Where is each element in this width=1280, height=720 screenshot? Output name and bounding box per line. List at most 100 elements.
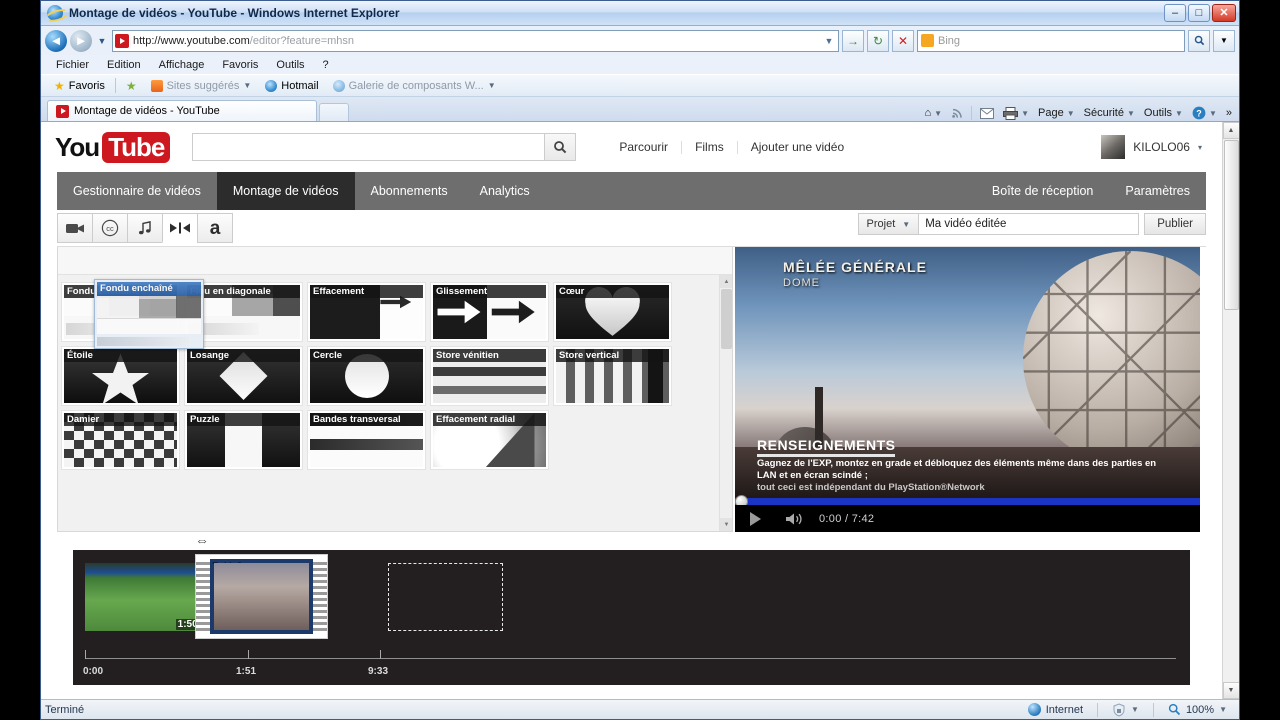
transitions-scrollbar[interactable]: ▲ ▼ xyxy=(719,275,732,531)
stop-button[interactable]: ✕ xyxy=(892,29,914,52)
scrollbar-thumb[interactable] xyxy=(1224,140,1239,310)
subnav-gestionnaire-de-videos[interactable]: Gestionnaire de vidéos xyxy=(57,172,217,210)
transition-card[interactable]: Losange xyxy=(185,347,302,405)
preview-progress-bar[interactable] xyxy=(735,498,1200,505)
subnav-analytics[interactable]: Analytics xyxy=(464,172,546,210)
refresh-button[interactable]: ↻ xyxy=(867,29,889,52)
timeline-clip-1[interactable]: 1:50.5 xyxy=(85,563,210,631)
favbar-item-web-slice-gallery[interactable]: Galerie de composants W... ▼ xyxy=(326,79,503,92)
security-zone[interactable]: Internet xyxy=(1020,703,1091,716)
back-button[interactable]: ◄ xyxy=(45,29,67,52)
menu-affichage[interactable]: Affichage xyxy=(150,58,214,72)
menu-edition[interactable]: Edition xyxy=(98,58,150,72)
scrollbar-thumb[interactable] xyxy=(721,289,732,349)
transition-card[interactable]: Étoile xyxy=(62,347,179,405)
menu-help[interactable]: ? xyxy=(314,58,338,72)
scroll-down-button[interactable]: ▼ xyxy=(1222,682,1239,699)
tool-audio[interactable] xyxy=(127,213,163,243)
subnav-boite-de-reception[interactable]: Boîte de réception xyxy=(976,172,1109,210)
new-tab-button[interactable] xyxy=(319,103,349,121)
nav-ajouter-une-video[interactable]: Ajouter une vidéo xyxy=(738,140,857,154)
scroll-up-button[interactable]: ▲ xyxy=(720,275,732,288)
chevron-down-icon: ▼ xyxy=(487,81,496,90)
transition-card[interactable]: Store vénitien xyxy=(431,347,548,405)
tool-transitions[interactable] xyxy=(162,213,198,243)
page-scrollbar[interactable]: ▲ ▼ xyxy=(1222,122,1239,699)
transition-card[interactable]: Cœur xyxy=(554,283,671,341)
splitter-grip-icon: ⇔ xyxy=(195,532,209,548)
user-menu[interactable]: KILOLO06 ▾ xyxy=(1101,135,1202,159)
chevron-down-icon: ▼ xyxy=(1126,108,1135,118)
url-dropdown-caret[interactable]: ▼ xyxy=(822,36,836,46)
subnav-abonnements[interactable]: Abonnements xyxy=(355,172,464,210)
transition-card[interactable]: Store vertical xyxy=(554,347,671,405)
protected-mode-indicator[interactable]: ▼ xyxy=(1104,702,1147,717)
go-button[interactable]: → xyxy=(842,29,864,52)
chevron-down-icon: ▼ xyxy=(1219,705,1227,714)
close-button[interactable]: ✕ xyxy=(1212,4,1236,22)
search-options-button[interactable]: ▼ xyxy=(1213,29,1235,52)
security-menu-button[interactable]: Sécurité ▼ xyxy=(1081,107,1138,119)
scroll-down-button[interactable]: ▼ xyxy=(720,518,732,531)
play-icon[interactable] xyxy=(735,512,775,526)
search-provider-box[interactable]: Bing xyxy=(917,29,1185,52)
transition-card[interactable]: Bandes transversal xyxy=(308,411,425,469)
favbar-item-hotmail[interactable]: Hotmail xyxy=(258,79,325,92)
drag-ghost-label: Fondu enchaîné xyxy=(97,282,201,296)
page-menu-button[interactable]: Page ▼ xyxy=(1035,107,1078,119)
svg-text:?: ? xyxy=(1196,108,1202,118)
url-bar[interactable]: http://www.youtube.com/editor?feature=mh… xyxy=(112,29,839,52)
menu-favoris[interactable]: Favoris xyxy=(213,58,267,72)
preview-overlay-subtitle: DOME xyxy=(783,277,820,289)
timeline-drop-slot[interactable] xyxy=(388,563,503,631)
tools-menu-button[interactable]: Outils ▼ xyxy=(1141,107,1186,119)
transition-card[interactable]: Damier xyxy=(62,411,179,469)
print-button[interactable]: ▼ xyxy=(1000,106,1032,120)
search-input[interactable] xyxy=(192,133,545,161)
tool-creative-commons[interactable]: cc xyxy=(92,213,128,243)
transition-thumbnail: Damier xyxy=(64,413,177,467)
transition-card[interactable]: Puzzle xyxy=(185,411,302,469)
timeline-splitter[interactable]: ⇔ xyxy=(73,532,1190,550)
ruler-label: 1:51 xyxy=(236,666,257,677)
tool-text[interactable]: a xyxy=(197,213,233,243)
scroll-up-button[interactable]: ▲ xyxy=(1222,122,1239,139)
command-bar-overflow-button[interactable]: » xyxy=(1223,107,1235,119)
minimize-button[interactable]: – xyxy=(1164,4,1186,22)
search-button[interactable] xyxy=(544,133,577,161)
project-menu-button[interactable]: Projet ▼ xyxy=(857,213,920,235)
feeds-button[interactable] xyxy=(948,107,966,119)
transition-card[interactable]: Cercle xyxy=(308,347,425,405)
transition-card[interactable]: Effacement xyxy=(308,283,425,341)
transition-card[interactable]: Effacement radial xyxy=(431,411,548,469)
tool-video-clips[interactable] xyxy=(57,213,93,243)
timeline-clip-2-dragging[interactable]: 7:41.3 xyxy=(195,554,328,639)
youtube-logo[interactable]: You Tube xyxy=(55,131,171,163)
project-name-input[interactable]: Ma vidéo éditée xyxy=(919,213,1140,235)
nav-films[interactable]: Films xyxy=(682,140,737,154)
nav-parcourir[interactable]: Parcourir xyxy=(606,140,681,154)
transition-thumbnail: Effacement radial xyxy=(433,413,546,467)
window-controls: – □ ✕ xyxy=(1164,4,1236,22)
recent-pages-dropdown[interactable]: ▼ xyxy=(95,36,109,46)
transition-card[interactable]: Glissement xyxy=(431,283,548,341)
mail-button[interactable] xyxy=(977,107,997,119)
search-go-button[interactable] xyxy=(1188,29,1210,52)
help-menu-button[interactable]: ? ▼ xyxy=(1189,106,1220,120)
publish-button[interactable]: Publier xyxy=(1144,213,1206,235)
add-to-favorites-bar-button[interactable]: ★ xyxy=(119,79,144,93)
subnav-parametres[interactable]: Paramètres xyxy=(1109,172,1206,210)
timeline-clip-2[interactable]: 7:41.3 xyxy=(210,559,313,634)
forward-button[interactable]: ► xyxy=(70,29,92,52)
home-button[interactable]: ⌂ ▼ xyxy=(922,107,946,119)
subnav-montage-de-videos[interactable]: Montage de vidéos xyxy=(216,172,355,210)
volume-icon[interactable] xyxy=(775,512,815,526)
tab-montage-de-videos[interactable]: Montage de vidéos - YouTube xyxy=(47,100,317,121)
menu-fichier[interactable]: Fichier xyxy=(47,58,98,72)
favbar-item-suggested-sites[interactable]: Sites suggérés ▼ xyxy=(144,79,259,92)
zoom-control[interactable]: 100% ▼ xyxy=(1160,703,1235,716)
transition-label: Store vertical xyxy=(556,349,669,362)
maximize-button[interactable]: □ xyxy=(1188,4,1210,22)
favorites-button[interactable]: ★ Favoris xyxy=(47,79,112,93)
menu-outils[interactable]: Outils xyxy=(267,58,313,72)
